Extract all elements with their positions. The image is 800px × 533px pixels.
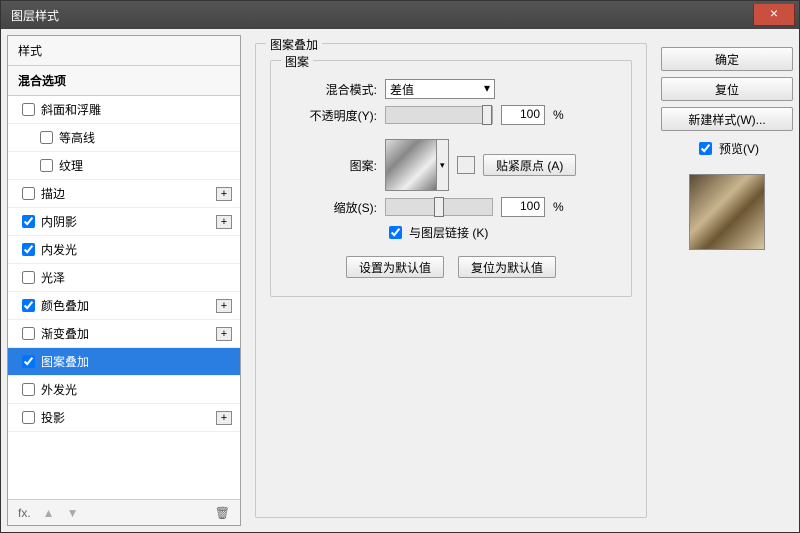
pattern-label: 图案: bbox=[289, 157, 377, 174]
style-item-7[interactable]: 颜色叠加 + bbox=[8, 292, 240, 320]
style-item-4[interactable]: 内阴影 + bbox=[8, 208, 240, 236]
layer-style-dialog: 图层样式 × 样式 混合选项 斜面和浮雕等高线纹理描边 + 内阴影 + 内发光光泽颜色叠… bbox=[0, 0, 800, 533]
link-layer-checkbox[interactable] bbox=[389, 226, 402, 239]
scale-input[interactable]: 100 bbox=[501, 197, 545, 217]
style-item-checkbox[interactable] bbox=[22, 271, 35, 284]
style-item-2[interactable]: 纹理 bbox=[8, 152, 240, 180]
style-item-checkbox[interactable] bbox=[22, 411, 35, 424]
style-item-label: 投影 bbox=[41, 409, 65, 426]
style-item-checkbox[interactable] bbox=[40, 159, 53, 172]
add-effect-icon[interactable]: + bbox=[216, 215, 232, 229]
opacity-input[interactable]: 100 bbox=[501, 105, 545, 125]
style-item-label: 斜面和浮雕 bbox=[41, 101, 101, 118]
opacity-slider[interactable] bbox=[385, 106, 493, 124]
style-item-checkbox[interactable] bbox=[22, 215, 35, 228]
style-item-6[interactable]: 光泽 bbox=[8, 264, 240, 292]
content-area: 样式 混合选项 斜面和浮雕等高线纹理描边 + 内阴影 + 内发光光泽颜色叠加 + 渐变叠加 +… bbox=[1, 29, 799, 532]
styles-header[interactable]: 样式 bbox=[8, 36, 240, 66]
style-item-label: 光泽 bbox=[41, 269, 65, 286]
link-layer-label: 与图层链接 (K) bbox=[409, 224, 488, 241]
cancel-button[interactable]: 复位 bbox=[661, 77, 793, 101]
style-item-5[interactable]: 内发光 bbox=[8, 236, 240, 264]
style-item-label: 等高线 bbox=[59, 129, 95, 146]
style-item-0[interactable]: 斜面和浮雕 bbox=[8, 96, 240, 124]
style-item-label: 内阴影 bbox=[41, 213, 77, 230]
snap-origin-button[interactable]: 贴紧原点 (A) bbox=[483, 154, 576, 176]
add-effect-icon[interactable]: + bbox=[216, 187, 232, 201]
add-effect-icon[interactable]: + bbox=[216, 327, 232, 341]
add-effect-icon[interactable]: + bbox=[216, 411, 232, 425]
style-item-3[interactable]: 描边 + bbox=[8, 180, 240, 208]
style-item-label: 纹理 bbox=[59, 157, 83, 174]
chevron-updown-icon: ▾ bbox=[484, 81, 490, 97]
scale-slider[interactable] bbox=[385, 198, 493, 216]
trash-icon[interactable]: 🗑 bbox=[215, 506, 230, 520]
style-item-label: 描边 bbox=[41, 185, 65, 202]
style-item-label: 外发光 bbox=[41, 381, 77, 398]
scale-label: 缩放(S): bbox=[289, 199, 377, 216]
style-item-8[interactable]: 渐变叠加 + bbox=[8, 320, 240, 348]
style-item-label: 渐变叠加 bbox=[41, 325, 89, 342]
style-item-checkbox[interactable] bbox=[22, 187, 35, 200]
preview-checkbox[interactable] bbox=[699, 142, 712, 155]
style-item-1[interactable]: 等高线 bbox=[8, 124, 240, 152]
style-item-11[interactable]: 投影 + bbox=[8, 404, 240, 432]
new-preset-icon[interactable] bbox=[457, 156, 475, 174]
titlebar[interactable]: 图层样式 × bbox=[1, 1, 799, 29]
group-title: 图案叠加 bbox=[266, 36, 322, 53]
pattern-inner-group: 图案 混合模式: 差值 ▾ 不透明度(Y): 100 % bbox=[270, 60, 632, 297]
list-footer: fx. ▲ ▼ 🗑 bbox=[8, 499, 240, 525]
percent-label-2: % bbox=[553, 200, 564, 214]
blending-options-header[interactable]: 混合选项 bbox=[8, 66, 240, 96]
list-filler bbox=[8, 432, 240, 499]
window-title: 图层样式 bbox=[11, 7, 59, 24]
move-up-icon[interactable]: ▲ bbox=[43, 506, 55, 520]
style-item-checkbox[interactable] bbox=[22, 299, 35, 312]
preview-label: 预览(V) bbox=[719, 140, 759, 157]
style-item-checkbox[interactable] bbox=[22, 383, 35, 396]
make-default-button[interactable]: 设置为默认值 bbox=[346, 256, 444, 278]
opacity-label: 不透明度(Y): bbox=[289, 107, 377, 124]
move-down-icon[interactable]: ▼ bbox=[67, 506, 79, 520]
blend-mode-value: 差值 bbox=[390, 81, 414, 97]
style-item-checkbox[interactable] bbox=[22, 243, 35, 256]
style-item-checkbox[interactable] bbox=[22, 327, 35, 340]
style-item-checkbox[interactable] bbox=[22, 355, 35, 368]
style-item-checkbox[interactable] bbox=[40, 131, 53, 144]
settings-panel: 图案叠加 图案 混合模式: 差值 ▾ 不透明度(Y): 100 bbox=[249, 35, 653, 526]
reset-default-button[interactable]: 复位为默认值 bbox=[458, 256, 556, 278]
styles-list-panel: 样式 混合选项 斜面和浮雕等高线纹理描边 + 内阴影 + 内发光光泽颜色叠加 + 渐变叠加 +… bbox=[7, 35, 241, 526]
ok-button[interactable]: 确定 bbox=[661, 47, 793, 71]
action-panel: 确定 复位 新建样式(W)... 预览(V) bbox=[661, 35, 793, 526]
new-style-button[interactable]: 新建样式(W)... bbox=[661, 107, 793, 131]
blend-mode-label: 混合模式: bbox=[289, 81, 377, 98]
fx-menu-icon[interactable]: fx. bbox=[18, 506, 31, 520]
percent-label: % bbox=[553, 108, 564, 122]
style-item-9[interactable]: 图案叠加 bbox=[8, 348, 240, 376]
blend-mode-select[interactable]: 差值 ▾ bbox=[385, 79, 495, 99]
close-button[interactable]: × bbox=[753, 4, 795, 26]
style-item-10[interactable]: 外发光 bbox=[8, 376, 240, 404]
add-effect-icon[interactable]: + bbox=[216, 299, 232, 313]
inner-title: 图案 bbox=[281, 53, 313, 70]
pattern-overlay-group: 图案叠加 图案 混合模式: 差值 ▾ 不透明度(Y): 100 bbox=[255, 43, 647, 518]
pattern-picker[interactable]: ▾ bbox=[385, 139, 449, 191]
style-item-label: 内发光 bbox=[41, 241, 77, 258]
style-item-label: 图案叠加 bbox=[41, 353, 89, 370]
preview-swatch bbox=[689, 174, 765, 250]
style-item-checkbox[interactable] bbox=[22, 103, 35, 116]
style-item-label: 颜色叠加 bbox=[41, 297, 89, 314]
